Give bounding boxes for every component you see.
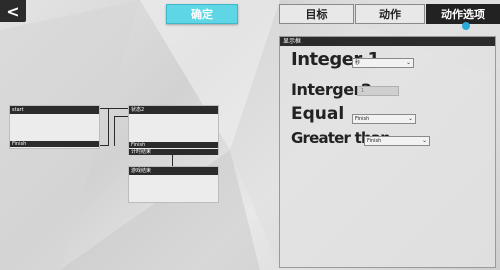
equal-dropdown[interactable]: Finish ⌄ [352, 114, 416, 124]
node-output-timer-end[interactable]: 计时结束 [129, 149, 218, 155]
graph-node-start[interactable]: start Finish [9, 105, 100, 149]
chevron-left-icon: < [6, 1, 20, 21]
back-button[interactable]: < [0, 0, 26, 22]
confirm-button[interactable]: 确定 [166, 4, 238, 24]
connection-wire [114, 116, 128, 117]
node-title: 游戏结束 [129, 167, 218, 175]
node-title: start [10, 106, 99, 114]
dropdown-value: Finish [355, 116, 370, 122]
integer1-dropdown[interactable]: 秒 ⌄ [352, 58, 414, 68]
graph-node-state2[interactable]: 状态2 Finish 计时结束 [128, 105, 219, 155]
connection-wire [114, 116, 115, 146]
connection-wire [172, 155, 173, 166]
node-output-finish[interactable]: Finish [10, 141, 99, 147]
greater-than-dropdown[interactable]: Finish ⌄ [364, 136, 430, 146]
display-panel: 显示框 Integer 1 秒 ⌄ Interger2 1 Equal Fini… [279, 36, 496, 268]
connection-wire [100, 108, 128, 109]
chevron-down-icon: ⌄ [421, 137, 427, 144]
option-label-equal: Equal [291, 104, 345, 124]
tab-action[interactable]: 动作 [355, 4, 425, 24]
dropdown-value: 秒 [355, 60, 361, 66]
integer2-input[interactable]: 1 [357, 86, 399, 96]
tab-action-options[interactable]: 动作选项 [426, 4, 500, 24]
chevron-down-icon: ⌄ [407, 115, 413, 122]
panel-title: 显示框 [280, 37, 495, 46]
active-tab-indicator [462, 22, 470, 30]
tab-target[interactable]: 目标 [279, 4, 354, 24]
connection-wire [100, 145, 108, 146]
dropdown-value: Finish [367, 138, 382, 144]
graph-node-game-end[interactable]: 游戏结束 [128, 166, 219, 203]
chevron-down-icon: ⌄ [405, 59, 411, 66]
connection-wire [108, 108, 109, 146]
node-output-finish[interactable]: Finish [129, 142, 218, 148]
node-title: 状态2 [129, 106, 218, 114]
